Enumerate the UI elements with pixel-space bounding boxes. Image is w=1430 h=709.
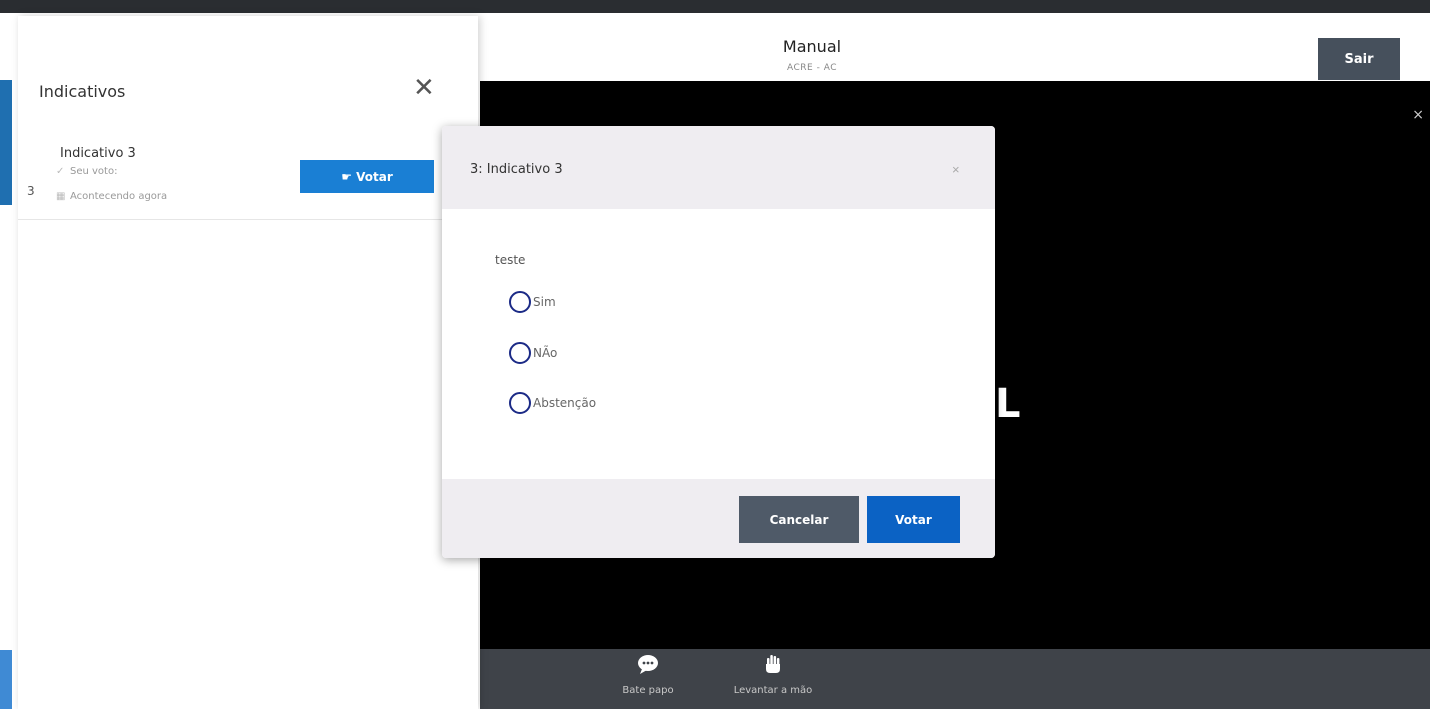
item-time-status: ▦ Acontecendo agora	[56, 191, 167, 202]
radio-button[interactable]	[509, 291, 531, 313]
option-sim[interactable]: Sim	[509, 291, 556, 313]
item-status-label: Acontecendo agora	[70, 191, 168, 202]
vote-hand-icon: ☛	[341, 169, 357, 184]
vote-button[interactable]: ☛ Votar	[300, 160, 434, 193]
modal-body: teste Sim NÃo Abstenção	[442, 209, 995, 479]
panel-title: Indicativos	[39, 82, 126, 101]
item-name: Indicativo 3	[60, 146, 136, 161]
check-icon: ✓	[56, 166, 65, 177]
raise-hand-icon	[723, 653, 823, 681]
chat-bubble-icon	[608, 653, 688, 681]
vote-button-label: Votar	[356, 169, 393, 184]
panel-close-icon[interactable]: ✕	[413, 72, 435, 103]
vote-modal: 3: Indicativo 3 × teste Sim NÃo Abstençã…	[442, 126, 995, 558]
question-text: teste	[495, 253, 526, 267]
chat-label: Bate papo	[622, 685, 674, 696]
submit-vote-button[interactable]: Votar	[867, 496, 960, 543]
item-vote-status: ✓ Seu voto:	[56, 166, 117, 177]
meeting-subtitle: ACRE - AC	[787, 63, 837, 73]
radio-button[interactable]	[509, 342, 531, 364]
item-number: 3	[27, 184, 35, 198]
exit-button[interactable]: Sair	[1318, 38, 1400, 80]
meeting-toolbar: Bate papo Levantar a mão	[480, 649, 1430, 709]
chat-button[interactable]: Bate papo	[608, 653, 688, 696]
radio-button[interactable]	[509, 392, 531, 414]
left-edge-accent	[0, 80, 12, 205]
modal-close-icon[interactable]: ×	[952, 162, 960, 177]
cancel-button[interactable]: Cancelar	[739, 496, 859, 543]
list-item: 3 Indicativo 3 ✓ Seu voto: ▦ Acontecendo a…	[18, 136, 443, 220]
left-edge-accent-bottom	[0, 650, 12, 709]
top-strip	[0, 0, 1430, 13]
option-nao[interactable]: NÃo	[509, 342, 557, 364]
modal-title: 3: Indicativo 3	[470, 162, 563, 177]
raise-hand-button[interactable]: Levantar a mão	[723, 653, 823, 696]
calendar-icon: ▦	[56, 191, 66, 202]
option-label: Abstenção	[533, 396, 597, 410]
fullscreen-close-icon[interactable]: ×	[1412, 107, 1424, 123]
item-vote-label: Seu voto:	[70, 166, 118, 177]
option-label: NÃo	[533, 346, 558, 360]
modal-footer: Cancelar Votar	[442, 479, 995, 558]
raise-hand-label: Levantar a mão	[733, 685, 813, 696]
modal-header: 3: Indicativo 3 ×	[442, 126, 995, 209]
option-abstencao[interactable]: Abstenção	[509, 392, 596, 414]
meeting-title: Manual	[782, 37, 842, 56]
indicativos-panel: Indicativos ✕ 3 Indicativo 3 ✓ Seu voto: …	[18, 16, 478, 709]
option-label: Sim	[533, 295, 556, 309]
meeting-header: Manual ACRE - AC Sair	[480, 13, 1430, 81]
video-overlay-text: L	[995, 381, 1021, 427]
